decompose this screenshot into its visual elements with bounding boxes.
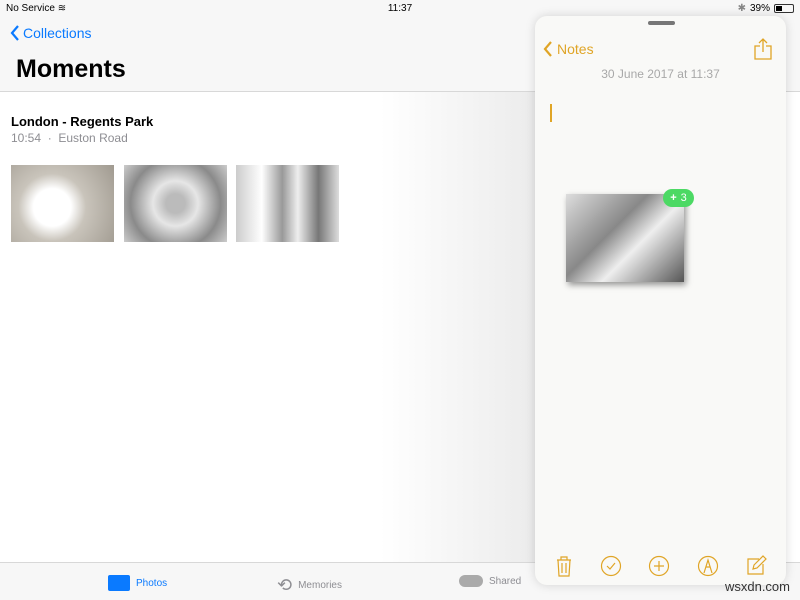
tab-photos[interactable]: Photos bbox=[108, 575, 167, 591]
sketch-icon[interactable] bbox=[697, 555, 719, 577]
watermark: wsxdn.com bbox=[724, 579, 790, 594]
status-right: ✱ 39% bbox=[738, 3, 794, 14]
add-icon[interactable] bbox=[648, 555, 670, 577]
notes-back-button[interactable]: Notes bbox=[543, 41, 594, 57]
badge-count: 3 bbox=[680, 192, 687, 204]
battery-icon bbox=[774, 4, 794, 13]
back-label: Collections bbox=[23, 25, 92, 41]
drag-count-badge: +3 bbox=[663, 189, 694, 207]
text-cursor[interactable] bbox=[550, 104, 552, 122]
photo-thumbnail-mug[interactable] bbox=[11, 165, 114, 242]
drag-handle[interactable] bbox=[648, 21, 675, 25]
battery-percent: 39% bbox=[749, 3, 770, 14]
notes-slide-over: Notes 30 June 2017 at 11:37 +3 bbox=[535, 16, 786, 585]
memories-icon: ⟲ bbox=[277, 575, 293, 595]
notes-toolbar bbox=[535, 555, 786, 577]
tab-shared[interactable]: Shared bbox=[459, 575, 521, 587]
tab-memories[interactable]: ⟲ Memories bbox=[277, 575, 342, 596]
moment-time: 10:54 bbox=[11, 131, 42, 145]
compose-icon[interactable] bbox=[745, 555, 767, 577]
plus-icon: + bbox=[670, 192, 677, 204]
photo-thumbnail-headphones[interactable] bbox=[124, 165, 227, 242]
back-label: Notes bbox=[557, 41, 594, 57]
photo-thumbnail-office[interactable] bbox=[236, 165, 339, 242]
separator: · bbox=[47, 131, 52, 145]
checklist-icon[interactable] bbox=[600, 555, 622, 577]
dragged-photos[interactable] bbox=[566, 194, 684, 282]
cloud-icon bbox=[459, 575, 483, 587]
clock: 11:37 bbox=[387, 3, 413, 14]
photos-icon bbox=[108, 575, 130, 591]
note-date: 30 June 2017 at 11:37 bbox=[601, 67, 720, 81]
chevron-left-icon bbox=[543, 41, 552, 57]
trash-icon[interactable] bbox=[554, 555, 574, 577]
bluetooth-icon: ✱ bbox=[737, 3, 746, 14]
moment-subtitle: 10:54 · Euston Road bbox=[11, 131, 128, 145]
chevron-left-icon bbox=[10, 25, 19, 41]
moment-place: Euston Road bbox=[58, 131, 128, 145]
moment-title[interactable]: London - Regents Park bbox=[11, 114, 153, 129]
tab-label: Photos bbox=[136, 577, 168, 589]
page-title: Moments bbox=[16, 55, 126, 83]
share-icon[interactable] bbox=[754, 38, 772, 60]
back-button[interactable]: Collections bbox=[10, 25, 91, 41]
tab-label: Shared bbox=[489, 575, 522, 587]
dim-overlay bbox=[380, 92, 540, 562]
tab-label: Memories bbox=[298, 580, 342, 591]
